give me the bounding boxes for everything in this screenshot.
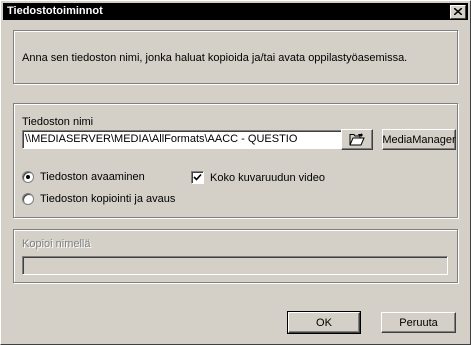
fullscreen-check-box[interactable] — [191, 171, 204, 184]
instruction-text: Anna sen tiedoston nimi, jonka haluat ko… — [22, 52, 408, 64]
radio-open-circle[interactable] — [22, 171, 34, 183]
fullscreen-video-checkbox[interactable]: Koko kuvaruudun video — [191, 171, 325, 184]
dialog-window: Tiedostotoiminnot Anna sen tiedoston nim… — [0, 0, 471, 345]
media-manager-button[interactable]: MediaManager — [382, 129, 456, 150]
radio-selected-dot — [26, 175, 30, 179]
browse-file-button[interactable] — [341, 129, 373, 150]
radio-open-file[interactable]: Tiedoston avaaminen — [22, 171, 145, 183]
file-name-input[interactable]: \\MEDIASERVER\MEDIA\AllFormats\AACC - QU… — [22, 130, 343, 149]
close-icon — [454, 8, 462, 15]
radio-copy-open-file[interactable]: Tiedoston kopiointi ja avaus — [22, 193, 175, 205]
radio-copy-open-label: Tiedoston kopiointi ja avaus — [40, 193, 176, 205]
copy-name-input[interactable] — [22, 256, 448, 275]
close-button[interactable] — [450, 5, 466, 19]
title-bar[interactable]: Tiedostotoiminnot — [3, 3, 468, 20]
ok-button[interactable]: OK — [287, 311, 361, 334]
cancel-button[interactable]: Peruuta — [381, 312, 456, 333]
radio-copy-open-circle[interactable] — [22, 193, 34, 205]
instruction-group: Anna sen tiedoston nimi, jonka haluat ko… — [13, 30, 458, 84]
open-folder-icon — [349, 133, 365, 146]
file-name-label: Tiedoston nimi — [22, 116, 94, 128]
checkmark-icon — [193, 173, 202, 181]
fullscreen-label: Koko kuvaruudun video — [210, 171, 325, 184]
copy-name-group: Kopioi nimellä — [13, 229, 458, 283]
radio-open-label: Tiedoston avaaminen — [40, 171, 145, 183]
window-title: Tiedostotoiminnot — [7, 5, 103, 17]
file-group: Tiedoston nimi \\MEDIASERVER\MEDIA\AllFo… — [13, 103, 458, 218]
copy-name-label: Kopioi nimellä — [22, 238, 91, 250]
